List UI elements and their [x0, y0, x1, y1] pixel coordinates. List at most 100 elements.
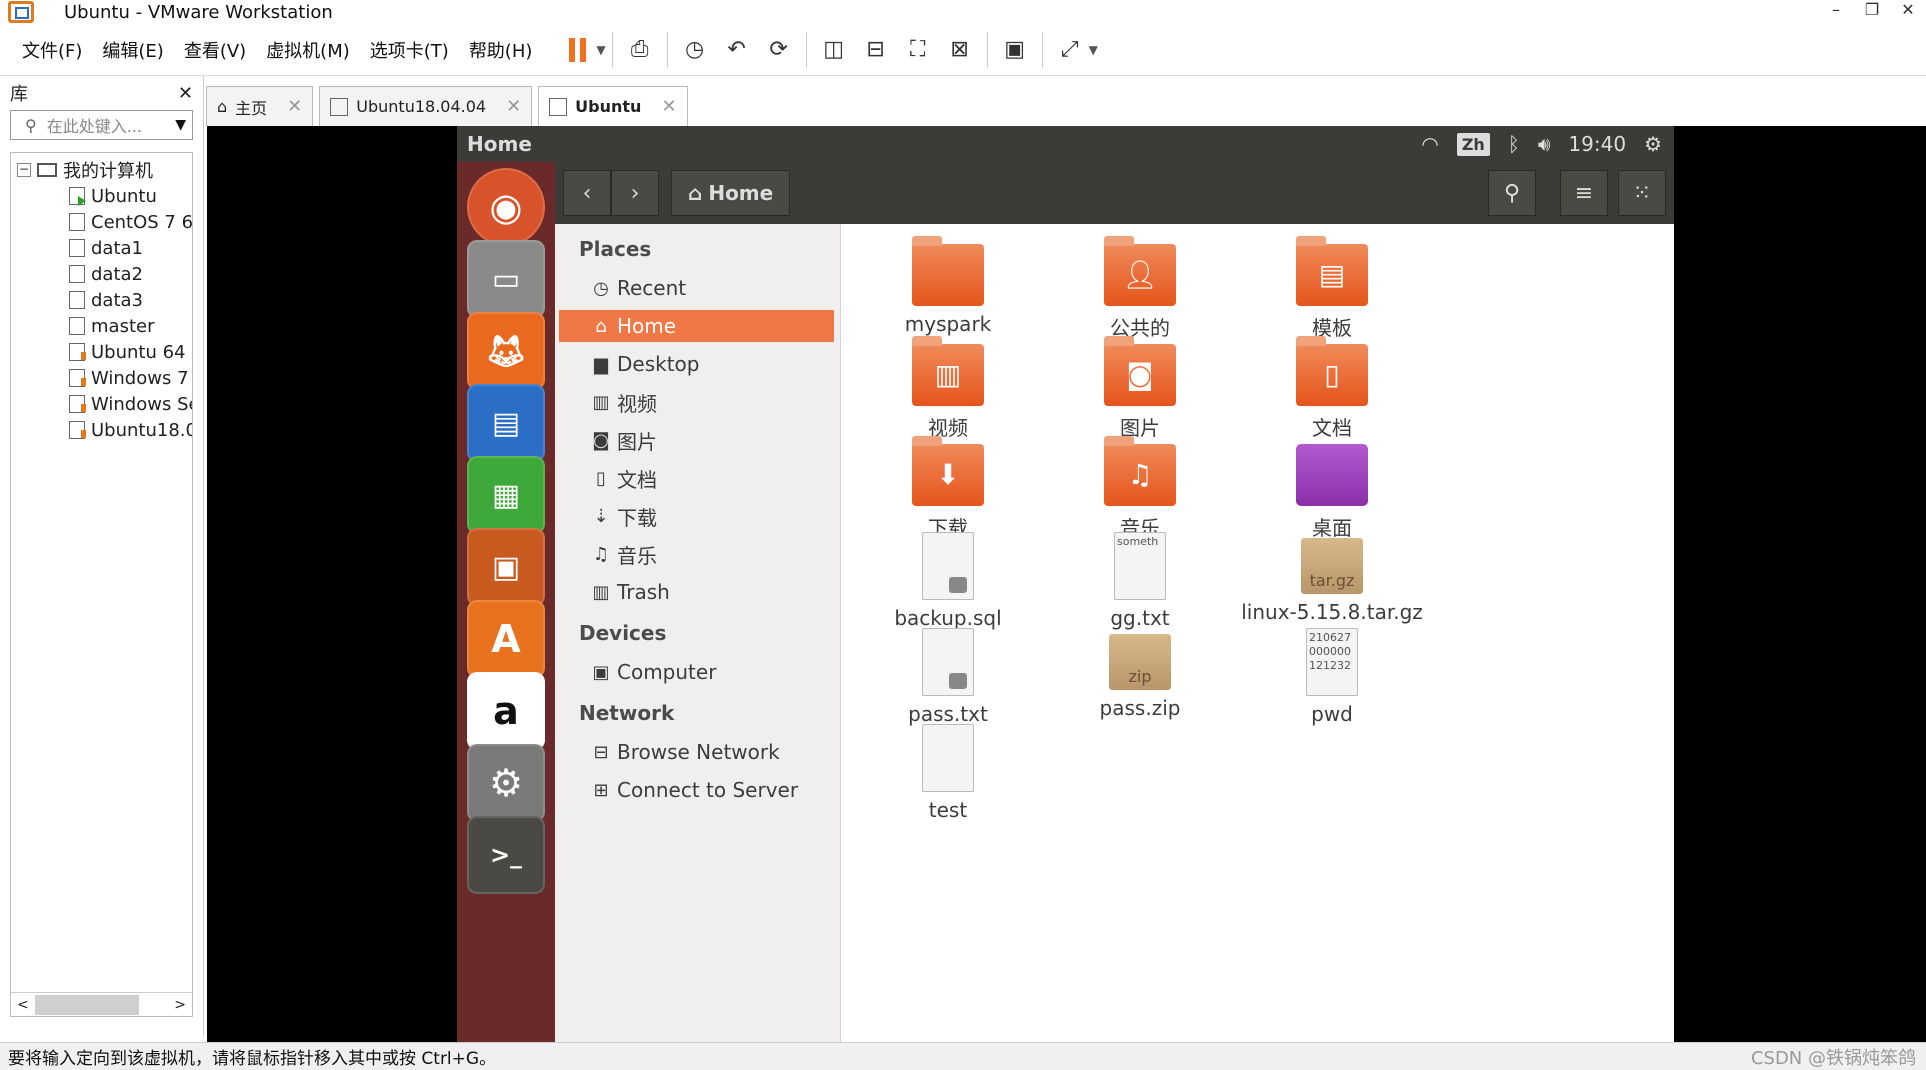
full-screen-icon[interactable]: ⛶	[901, 32, 935, 68]
file-item-pass-txt[interactable]: pass.txt	[843, 628, 1053, 726]
menu-file[interactable]: 文件(F)	[12, 37, 92, 63]
library-search-input[interactable]: ⚲ 在此处键入... ▼	[10, 110, 193, 140]
files-icon[interactable]: ▭	[467, 240, 545, 318]
vm-item[interactable]: master	[11, 313, 192, 339]
snapshot-manager-icon[interactable]: ⟳	[762, 32, 796, 68]
sidebar-item-browse-network[interactable]: ⊟ Browse Network	[555, 736, 840, 768]
pause-dropdown-icon[interactable]: ▼	[596, 43, 605, 57]
file-item-music[interactable]: ♫ 音乐	[1035, 436, 1245, 541]
tab-ubuntu18[interactable]: Ubuntu18.04.04 ✕	[319, 86, 533, 126]
stretch-guest-icon[interactable]: ⤢	[1053, 32, 1087, 68]
sidebar-item-music[interactable]: ♫ 音乐	[555, 538, 840, 570]
locked-file-icon	[922, 532, 974, 600]
volume-icon[interactable]: 🔊︎	[1538, 132, 1551, 156]
console-view-icon[interactable]: ▣	[998, 32, 1032, 68]
close-tab-icon[interactable]: ✕	[661, 96, 676, 117]
sidebar-item-pictures[interactable]: ◙ 图片	[555, 424, 840, 456]
file-item-test[interactable]: test	[843, 724, 1053, 822]
sidebar-item-downloads[interactable]: ⇣ 下载	[555, 500, 840, 532]
pause-button[interactable]	[560, 32, 594, 68]
scroll-right-arrow[interactable]: >	[174, 997, 186, 1013]
calc-icon[interactable]: ▦	[467, 456, 545, 534]
scroll-left-arrow[interactable]: <	[17, 997, 29, 1013]
clock[interactable]: 19:40	[1568, 132, 1626, 156]
close-button[interactable]: ✕	[1890, 0, 1926, 24]
revert-snapshot-icon[interactable]: ↶	[720, 32, 754, 68]
thumbnail-bar-icon[interactable]: ⊟	[859, 32, 893, 68]
file-item-gg-txt[interactable]: someth gg.txt	[1035, 532, 1245, 630]
menu-edit[interactable]: 编辑(E)	[92, 37, 173, 63]
search-dropdown-icon[interactable]: ▼	[175, 117, 186, 133]
search-button[interactable]: ⚲	[1488, 170, 1536, 216]
vm-item[interactable]: Windows Se	[11, 391, 192, 417]
file-item-templates[interactable]: ▤ 模板	[1227, 236, 1437, 341]
snapshot-icon[interactable]: ◷	[678, 32, 712, 68]
forward-button[interactable]: ›	[611, 170, 659, 216]
file-item-linux-tar-gz[interactable]: tar.gz linux-5.15.8.tar.gz	[1227, 538, 1437, 624]
file-item-downloads[interactable]: ⬇ 下载	[843, 436, 1053, 541]
stretch-dropdown-icon[interactable]: ▼	[1089, 43, 1098, 57]
file-item-backup-sql[interactable]: backup.sql	[843, 532, 1053, 630]
menu-tabs[interactable]: 选项卡(T)	[360, 37, 459, 63]
menu-help[interactable]: 帮助(H)	[459, 37, 543, 63]
vm-item[interactable]: data1	[11, 235, 192, 261]
file-item-public[interactable]: 👤︎ 公共的	[1035, 236, 1245, 341]
file-item-videos[interactable]: ▥ 视频	[843, 336, 1053, 441]
library-close-icon[interactable]: ✕	[178, 83, 193, 104]
ubuntu-desktop[interactable]: Home ◠ Zh ᛒ 🔊︎ 19:40 ⚙ ◉ ▭ 🦊︎ ▤ ▦ ▣ A a …	[457, 126, 1674, 1042]
firefox-icon[interactable]: 🦊︎	[467, 312, 545, 390]
vm-item[interactable]: Ubuntu 64	[11, 339, 192, 365]
system-settings-icon[interactable]: ⚙	[467, 744, 545, 822]
file-item-desktop[interactable]: 桌面	[1227, 444, 1437, 541]
path-home-button[interactable]: ⌂ Home	[671, 170, 791, 216]
sidebar-item-computer[interactable]: ▣ Computer	[555, 656, 840, 688]
minimize-button[interactable]: –	[1818, 0, 1854, 24]
menu-view[interactable]: 查看(V)	[174, 37, 256, 63]
amazon-icon[interactable]: a	[467, 672, 545, 750]
close-tab-icon[interactable]: ✕	[287, 96, 302, 117]
menu-vm[interactable]: 虚拟机(M)	[256, 37, 360, 63]
music-icon: ♫	[592, 543, 610, 565]
vm-item[interactable]: Ubuntu18.0	[11, 417, 192, 443]
sidebar-item-connect-server[interactable]: ⊞ Connect to Server	[555, 774, 840, 806]
bluetooth-icon[interactable]: ᛒ	[1508, 132, 1520, 156]
file-item-pictures[interactable]: ◙ 图片	[1035, 336, 1245, 441]
file-item-documents[interactable]: ▯ 文档	[1227, 336, 1437, 441]
impress-icon[interactable]: ▣	[467, 528, 545, 606]
terminal-icon[interactable]: >_	[467, 816, 545, 894]
restore-button[interactable]: ❐	[1854, 0, 1890, 24]
vm-item[interactable]: Windows 7	[11, 365, 192, 391]
vm-item[interactable]: CentOS 7 64	[11, 209, 192, 235]
wifi-icon[interactable]: ◠	[1421, 132, 1438, 156]
file-item-pwd[interactable]: 210627 000000 121232 pwd	[1227, 628, 1437, 726]
tab-ubuntu[interactable]: Ubuntu ✕	[538, 86, 688, 126]
scroll-thumb[interactable]	[35, 995, 139, 1015]
vm-item[interactable]: Ubuntu	[11, 183, 192, 209]
sidebar-item-videos[interactable]: ▥ 视频	[555, 386, 840, 418]
ubuntu-dash-icon[interactable]: ◉	[467, 168, 545, 246]
sidebar-item-home[interactable]: ⌂ Home	[559, 310, 834, 342]
back-button[interactable]: ‹	[563, 170, 611, 216]
collapse-icon[interactable]: −	[17, 163, 31, 177]
tab-home[interactable]: ⌂ 主页 ✕	[206, 86, 314, 126]
show-library-icon[interactable]: ◫	[817, 32, 851, 68]
file-item-myspark[interactable]: myspark	[843, 236, 1053, 336]
software-center-icon[interactable]: A	[467, 600, 545, 678]
menu-button[interactable]: ≡	[1560, 170, 1608, 216]
unity-icon[interactable]: ⊠	[943, 32, 977, 68]
input-method-indicator[interactable]: Zh	[1456, 132, 1490, 156]
tree-root-my-computer[interactable]: − 我的计算机	[11, 157, 192, 183]
library-scrollbar[interactable]: < >	[11, 992, 192, 1016]
close-tab-icon[interactable]: ✕	[506, 96, 521, 117]
send-ctrl-alt-del-icon[interactable]: ⎙	[623, 32, 657, 68]
gear-icon[interactable]: ⚙	[1644, 132, 1662, 156]
writer-icon[interactable]: ▤	[467, 384, 545, 462]
view-grid-button[interactable]: ⁙	[1618, 170, 1666, 216]
sidebar-item-recent[interactable]: ◷ Recent	[555, 272, 840, 304]
sidebar-item-documents[interactable]: ▯ 文档	[555, 462, 840, 494]
file-item-pass-zip[interactable]: zip pass.zip	[1035, 634, 1245, 720]
vm-item[interactable]: data3	[11, 287, 192, 313]
sidebar-item-trash[interactable]: ▥ Trash	[555, 576, 840, 608]
vm-item[interactable]: data2	[11, 261, 192, 287]
sidebar-item-desktop[interactable]: ▆ Desktop	[555, 348, 840, 380]
